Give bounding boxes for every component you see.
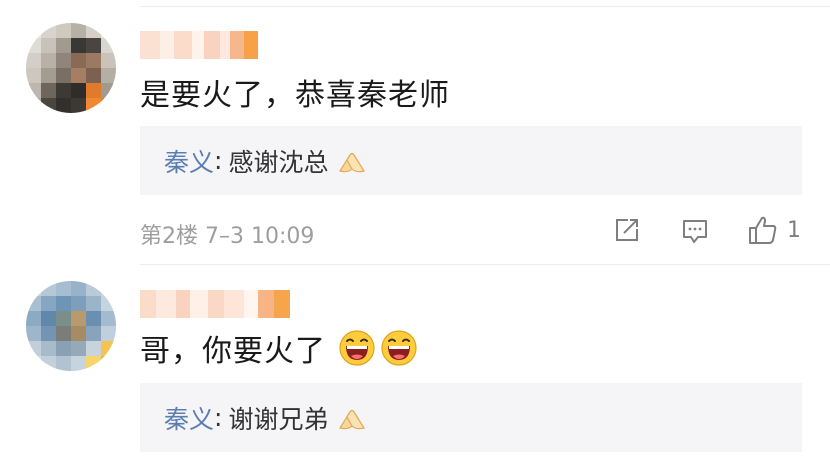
- share-button[interactable]: [613, 216, 641, 244]
- like-button[interactable]: 1: [747, 214, 801, 246]
- folded-hands-icon: [339, 152, 366, 172]
- laughing-face-icon: [381, 330, 417, 366]
- share-icon: [616, 219, 638, 241]
- comment-body: 是要火了，恭喜秦老师: [140, 78, 450, 113]
- reply-box[interactable]: 秦义 : 感谢沈总: [140, 126, 802, 195]
- comment-meta: 第2楼 7–3 10:09: [140, 224, 315, 249]
- comment-icon: [683, 220, 707, 243]
- reply-colon: :: [214, 146, 223, 175]
- comment-text: 是要火了，恭喜秦老师: [140, 72, 450, 113]
- like-count: 1: [787, 217, 801, 243]
- comment-button[interactable]: [681, 217, 709, 245]
- divider: [140, 6, 830, 7]
- comment-body: 哥，你要火了: [140, 334, 326, 369]
- divider: [140, 264, 830, 265]
- reply-box[interactable]: 秦义 : 谢谢兄弟: [140, 383, 802, 452]
- reply-colon: :: [214, 403, 223, 432]
- laughing-face-icon: [339, 330, 375, 366]
- comment-feed: 是要火了，恭喜秦老师 秦义 : 感谢沈总 第2楼 7–3 10:09 1 哥，你…: [0, 0, 830, 475]
- avatar[interactable]: [26, 281, 116, 371]
- thumbs-up-icon: [749, 216, 777, 244]
- avatar[interactable]: [26, 23, 116, 113]
- username-blurred[interactable]: [140, 290, 290, 318]
- reply-author[interactable]: 秦义: [164, 143, 214, 179]
- username-blurred[interactable]: [140, 31, 258, 59]
- comment-text: 哥，你要火了: [140, 328, 418, 369]
- folded-hands-icon: [339, 409, 366, 429]
- reply-text: 谢谢兄弟: [228, 404, 329, 434]
- reply-author[interactable]: 秦义: [164, 400, 214, 436]
- reply-text: 感谢沈总: [228, 147, 329, 177]
